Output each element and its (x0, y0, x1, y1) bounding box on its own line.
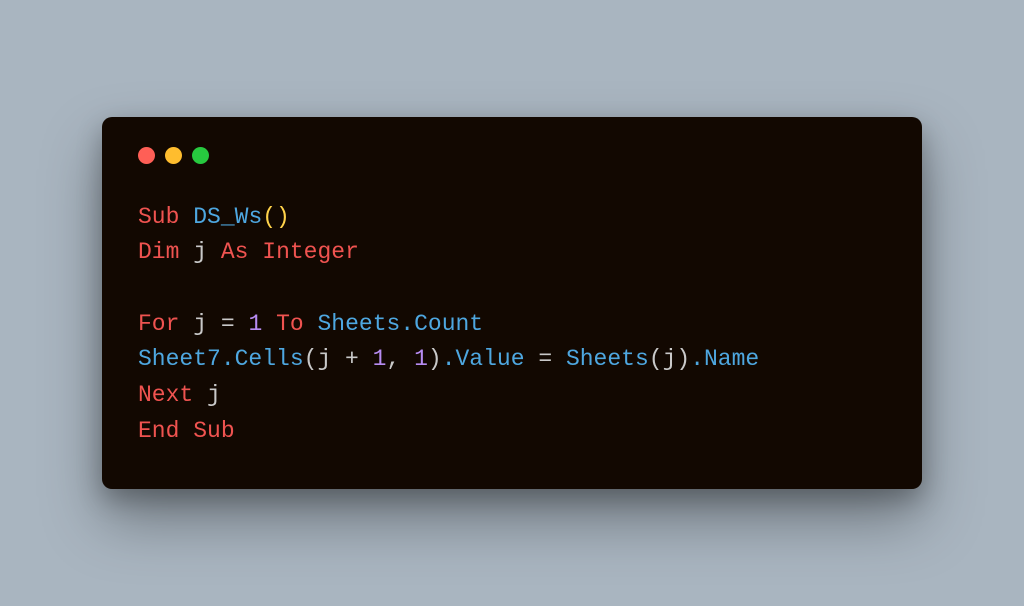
expr-jeq: j = (179, 311, 248, 337)
code-line-6: Next j (138, 382, 221, 408)
space (179, 204, 193, 230)
comma: , (386, 346, 414, 372)
obj-sheets: Sheets (566, 346, 649, 372)
kw-end-sub: End Sub (138, 418, 235, 444)
code-line-1: Sub DS_Ws() (138, 204, 290, 230)
minimize-icon (165, 147, 182, 164)
code-line-7: End Sub (138, 418, 235, 444)
paren-j: (j) (649, 346, 690, 372)
space (262, 311, 276, 337)
parens: () (262, 204, 290, 230)
code-line-2: Dim j As Integer (138, 239, 359, 265)
window-traffic-lights (138, 147, 886, 164)
kw-sub: Sub (138, 204, 179, 230)
prop-name: .Name (690, 346, 759, 372)
kw-to: To (276, 311, 304, 337)
lit-1a: 1 (248, 311, 262, 337)
eq: = (525, 346, 566, 372)
fn-name: DS_Ws (193, 204, 262, 230)
var-j2: j (193, 382, 221, 408)
code-line-4: For j = 1 To Sheets.Count (138, 311, 483, 337)
paren-close: ) (428, 346, 442, 372)
lit-1c: 1 (414, 346, 428, 372)
obj-sheet7-cells: Sheet7.Cells (138, 346, 304, 372)
space (248, 239, 262, 265)
prop-sheets-count: Sheets.Count (317, 311, 483, 337)
code-window: Sub DS_Ws() Dim j As Integer For j = 1 T… (102, 117, 922, 489)
code-line-5: Sheet7.Cells(j + 1, 1).Value = Sheets(j)… (138, 346, 759, 372)
kw-next: Next (138, 382, 193, 408)
kw-for: For (138, 311, 179, 337)
zoom-icon (192, 147, 209, 164)
prop-value: .Value (442, 346, 525, 372)
var-j: j (179, 239, 220, 265)
kw-integer: Integer (262, 239, 359, 265)
paren-open-jplus: (j + (304, 346, 373, 372)
space (304, 311, 318, 337)
kw-dim: Dim (138, 239, 179, 265)
close-icon (138, 147, 155, 164)
lit-1b: 1 (373, 346, 387, 372)
code-block: Sub DS_Ws() Dim j As Integer For j = 1 T… (138, 200, 886, 449)
kw-as: As (221, 239, 249, 265)
